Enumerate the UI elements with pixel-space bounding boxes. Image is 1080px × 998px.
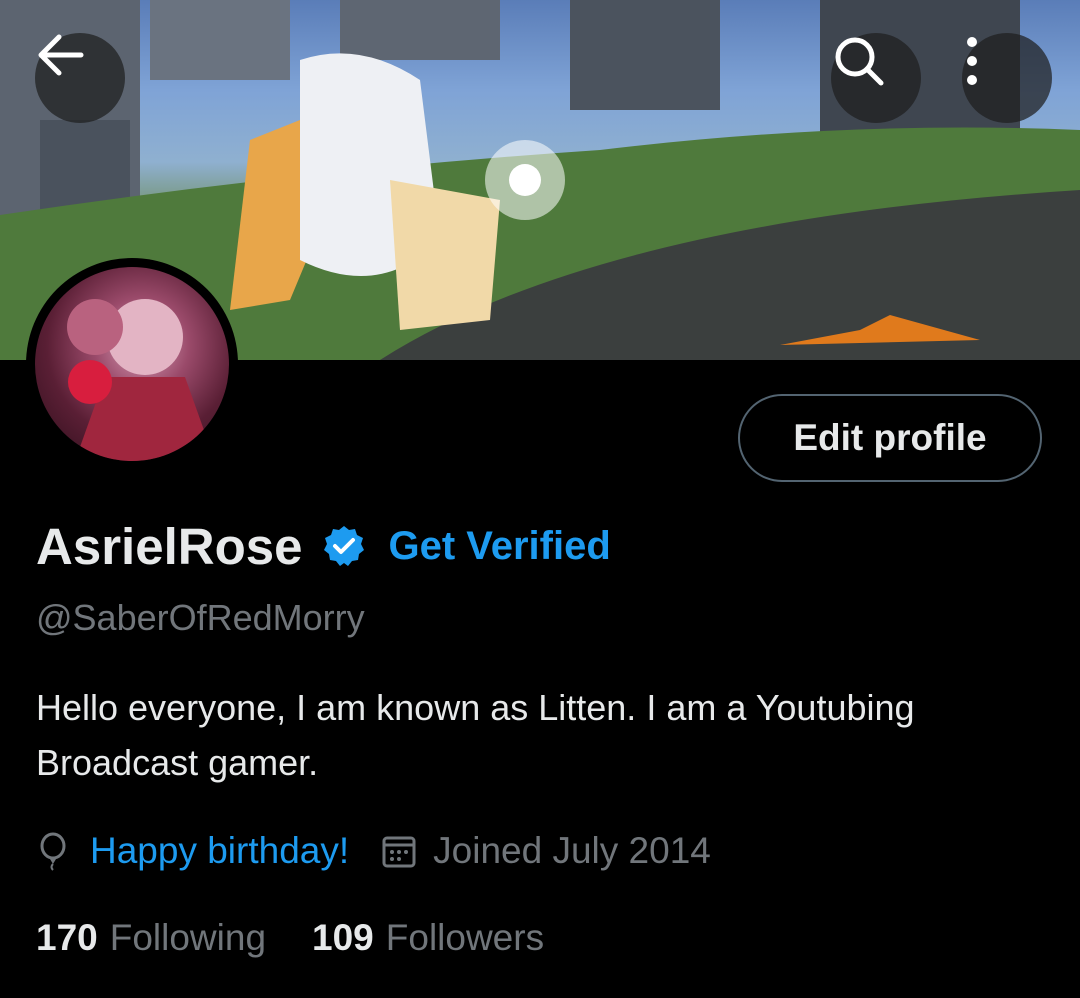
- back-button[interactable]: [35, 33, 125, 123]
- profile-name-row: AsrielRose Get Verified: [36, 513, 611, 579]
- more-vertical-icon: [967, 37, 977, 85]
- following-label: Following: [109, 917, 267, 958]
- followers-count: 109: [312, 917, 374, 958]
- search-button[interactable]: [831, 33, 921, 123]
- calendar-icon: [382, 836, 416, 868]
- avatar-image: [35, 267, 229, 461]
- following-stat[interactable]: 170 Following: [36, 917, 266, 959]
- followers-stat[interactable]: 109 Followers: [312, 917, 544, 959]
- profile-stats: 170 Following 109 Followers: [36, 912, 544, 964]
- verified-badge-icon[interactable]: [322, 524, 366, 568]
- following-count: 170: [36, 917, 98, 958]
- get-verified-link[interactable]: Get Verified: [388, 524, 610, 569]
- birthday-link[interactable]: Happy birthday!: [90, 830, 349, 872]
- bio: Hello everyone, I am known as Litten. I …: [36, 687, 915, 783]
- handle: @SaberOfRedMorry: [36, 597, 365, 638]
- display-name: AsrielRose: [36, 517, 303, 575]
- avatar[interactable]: [26, 258, 238, 470]
- more-options-button[interactable]: [962, 33, 1052, 123]
- arrow-left-icon: [38, 34, 84, 76]
- balloon-icon: [40, 832, 66, 871]
- edit-profile-button[interactable]: Edit profile: [738, 394, 1042, 482]
- search-icon: [835, 37, 884, 86]
- followers-label: Followers: [385, 917, 545, 958]
- profile-meta-row: Happy birthday! Joined July 2014: [36, 826, 711, 876]
- joined-date: Joined July 2014: [433, 830, 711, 871]
